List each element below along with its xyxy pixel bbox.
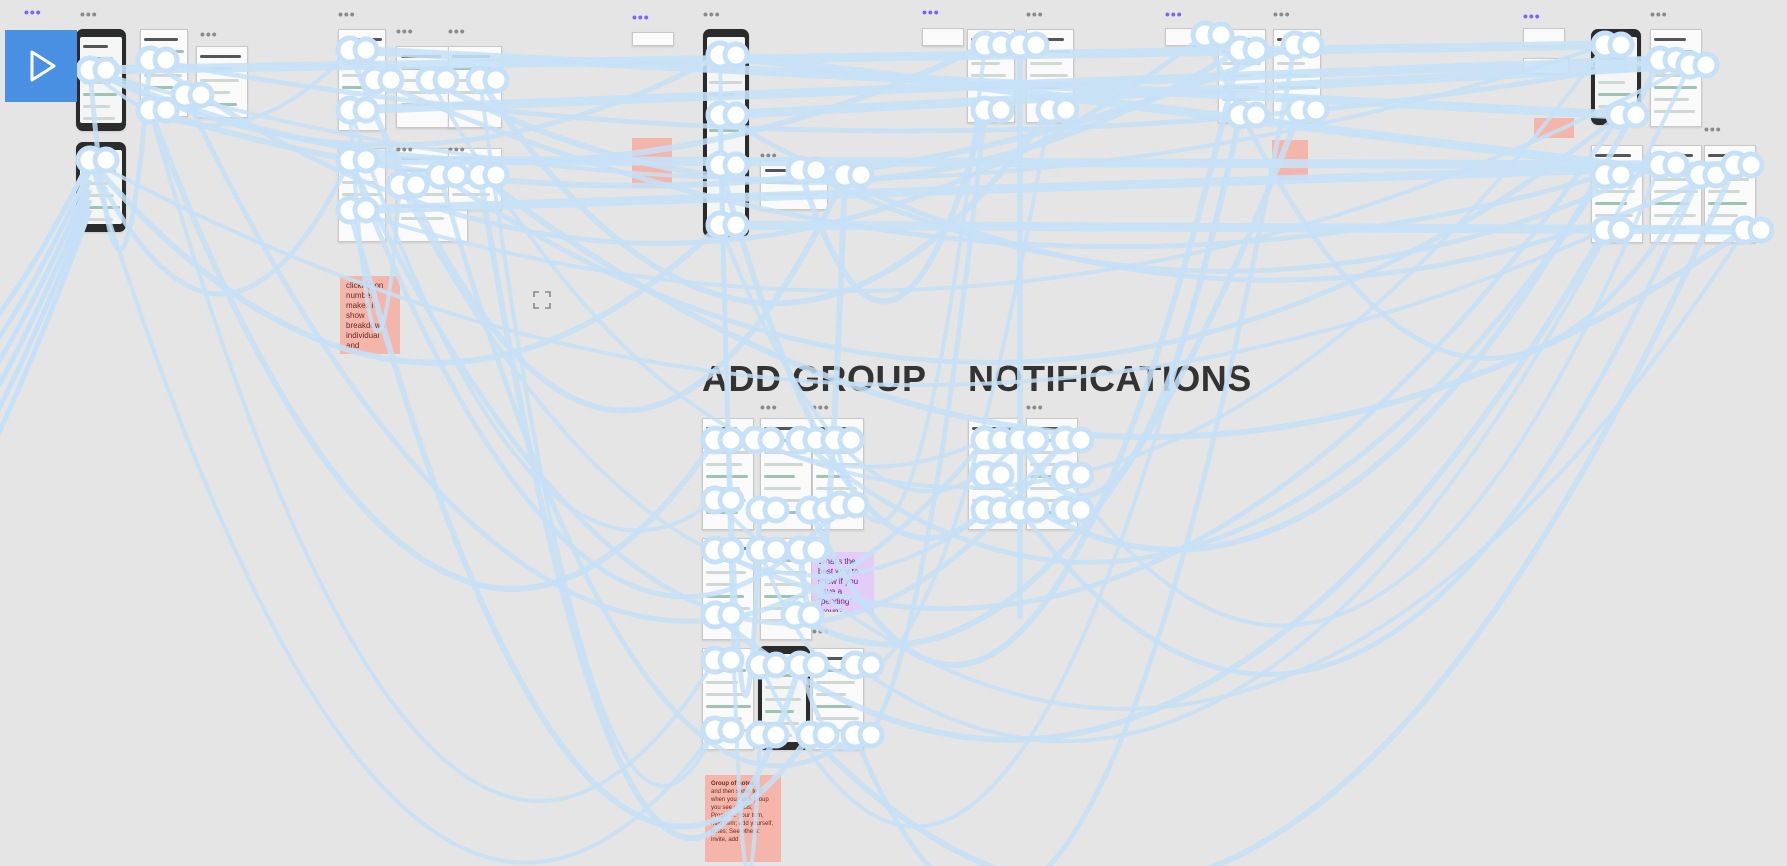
connection-hotspot[interactable] — [857, 721, 885, 749]
connection-line — [349, 155, 1661, 170]
connection-hotspot[interactable] — [722, 211, 750, 239]
connection-hotspot[interactable] — [717, 646, 745, 674]
prototype-connections — [0, 20, 1775, 866]
connection-hotspot[interactable] — [722, 101, 750, 129]
connection-hotspot[interactable] — [802, 156, 830, 184]
connection-hotspot[interactable] — [1607, 216, 1635, 244]
connection-hotspot[interactable] — [1662, 151, 1690, 179]
connection-hotspot[interactable] — [857, 651, 885, 679]
connection-hotspot[interactable] — [717, 426, 745, 454]
connection-hotspot[interactable] — [1747, 216, 1775, 244]
connection-hotspot[interactable] — [717, 486, 745, 514]
connection-hotspot[interactable] — [722, 41, 750, 69]
connection-hotspot[interactable] — [352, 36, 380, 64]
connection-hotspot[interactable] — [717, 716, 745, 744]
connection-hotspot[interactable] — [92, 146, 120, 174]
connection-hotspot[interactable] — [1297, 31, 1325, 59]
connection-hotspot[interactable] — [757, 426, 785, 454]
connection-hotspot[interactable] — [1022, 31, 1050, 59]
connection-hotspot[interactable] — [482, 161, 510, 189]
connection-hotspot[interactable] — [837, 426, 865, 454]
connection-hotspot[interactable] — [1067, 496, 1095, 524]
connection-hotspot[interactable] — [1607, 31, 1635, 59]
connection-hotspot[interactable] — [797, 601, 825, 629]
connection-hotspot[interactable] — [762, 721, 790, 749]
present-button[interactable] — [5, 30, 77, 102]
connection-hotspot[interactable] — [762, 651, 790, 679]
connection-hotspot[interactable] — [717, 536, 745, 564]
connection-hotspot[interactable] — [812, 721, 840, 749]
connection-hotspot[interactable] — [1022, 426, 1050, 454]
connection-hotspot[interactable] — [802, 651, 830, 679]
connection-line — [148, 108, 717, 803]
connection-hotspot[interactable] — [762, 536, 790, 564]
connection-hotspot[interactable] — [1052, 96, 1080, 124]
connection-hotspot[interactable] — [1022, 496, 1050, 524]
connection-hotspot[interactable] — [802, 536, 830, 564]
connection-hotspot[interactable] — [1737, 151, 1765, 179]
connection-hotspot[interactable] — [352, 196, 380, 224]
connection-hotspot[interactable] — [402, 171, 430, 199]
connection-hotspot[interactable] — [722, 151, 750, 179]
connection-hotspot[interactable] — [1692, 51, 1720, 79]
connection-hotspot[interactable] — [847, 161, 875, 189]
connection-hotspot[interactable] — [1067, 461, 1095, 489]
connection-hotspot[interactable] — [352, 96, 380, 124]
connection-hotspot[interactable] — [352, 146, 380, 174]
connection-hotspot[interactable] — [842, 491, 870, 519]
connection-hotspot[interactable] — [1622, 101, 1650, 129]
connection-hotspot[interactable] — [1607, 161, 1635, 189]
connection-hotspot[interactable] — [377, 66, 405, 94]
connection-line — [712, 112, 1623, 612]
connection-hotspot[interactable] — [432, 66, 460, 94]
connection-hotspot[interactable] — [762, 496, 790, 524]
connection-line — [349, 160, 1736, 215]
connection-hotspot[interactable] — [1302, 96, 1330, 124]
connection-hotspot[interactable] — [987, 96, 1015, 124]
connection-hotspot[interactable] — [442, 161, 470, 189]
connection-hotspot[interactable] — [1242, 101, 1270, 129]
connection-hotspot[interactable] — [987, 461, 1015, 489]
connection-hotspot[interactable] — [482, 66, 510, 94]
connection-hotspot[interactable] — [717, 601, 745, 629]
connection-hotspot[interactable] — [1242, 36, 1270, 64]
connection-hotspot[interactable] — [92, 56, 120, 84]
connection-hotspot[interactable] — [1067, 426, 1095, 454]
play-icon — [30, 50, 56, 82]
connection-hotspot[interactable] — [152, 46, 180, 74]
connection-hotspot[interactable] — [187, 81, 215, 109]
prototype-canvas[interactable]: ••• ••• ••• ••• ••• ••• ••• ••• ••• ••• … — [0, 0, 1787, 866]
